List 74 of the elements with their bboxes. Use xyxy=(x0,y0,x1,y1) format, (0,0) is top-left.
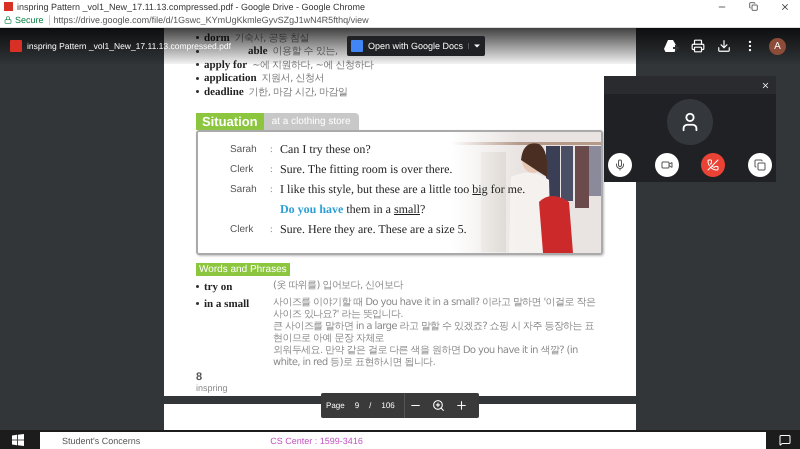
zoom-icon[interactable] xyxy=(432,399,445,412)
window-text: Student's Concerns xyxy=(62,436,140,446)
page-number: 8 xyxy=(196,370,204,382)
url-text: https://drive.google.com/file/d/1Gswc_KYmUgKkmleGyvSZgJ1wN4R5fthq/view xyxy=(54,15,369,25)
speaker-name: Clerk xyxy=(230,164,254,175)
colon-mark: : xyxy=(270,224,274,235)
window-title: inspring Pattern _vol1_New_17.11.13.compressed.pdf - Google Drive - Google Chrome xyxy=(17,2,366,12)
phrase-meaning: (옷 따위를) 입어보다, 신어보다 xyxy=(273,280,404,292)
phrase-meaning: 큰 사이즈를 말하면 in a large 라고 말할 수 있겠죠? 쇼핑 시 자주 등장하는 표현이므로 아예 문장 자체로 xyxy=(273,320,595,344)
restore-icon[interactable] xyxy=(749,2,758,10)
account-avatar[interactable]: A xyxy=(769,38,786,54)
speaker-name: Sarah xyxy=(230,184,258,195)
phrase-meaning: 사이즈를 이야기할 때 Do you have it in a small? 이라고 말하면 '이걸로 작은 사이즈 있나요?' 라는 뜻입니다. xyxy=(273,296,596,320)
vocab-term: apply for xyxy=(204,58,248,71)
hang-up-button[interactable] xyxy=(701,153,726,177)
open-with-docs-button[interactable]: Open with Google Docs xyxy=(347,36,486,56)
vocab-meaning: 지원서, 신청서 xyxy=(262,72,324,86)
print-icon[interactable] xyxy=(691,39,705,53)
bullet-icon xyxy=(196,90,199,94)
bullet-icon xyxy=(196,50,199,53)
vocab-meaning: ~에 지원하다, ~에 신청하다 xyxy=(252,58,374,72)
speaker-name: Sarah xyxy=(230,144,258,155)
microphone-icon[interactable] xyxy=(614,159,626,171)
video-camera-icon[interactable] xyxy=(660,159,673,171)
dialogue-line: I like this style, but these are a little too big for me. xyxy=(280,182,526,197)
colon-mark: : xyxy=(270,144,274,155)
page-input[interactable]: 9 xyxy=(350,401,364,410)
colon-mark: : xyxy=(270,164,274,175)
phrase-term: in a small xyxy=(204,298,250,310)
bullet-icon xyxy=(196,76,199,80)
zoom-in-icon[interactable] xyxy=(454,399,468,412)
download-icon[interactable] xyxy=(717,39,731,53)
vocab-term: able xyxy=(248,45,268,58)
pop-out-button[interactable] xyxy=(748,153,772,177)
bullet-icon xyxy=(196,302,199,305)
address-bar[interactable]: Secure https://drive.google.com/file/d/1Gswc_KYmUgKkmleGyvSZgJ1wN4R5fthq/view xyxy=(0,13,800,28)
vocab-term: deadline xyxy=(204,86,244,98)
situation-label: Situation xyxy=(196,112,264,130)
add-to-drive-icon[interactable] xyxy=(664,39,679,53)
lock-icon xyxy=(4,16,12,24)
bullet-icon xyxy=(196,285,199,288)
caret-icon[interactable] xyxy=(473,43,482,49)
words-heading: Words and Phrases xyxy=(196,262,290,276)
vocab-term: dorm xyxy=(204,32,230,44)
secure-label: Secure xyxy=(4,15,50,25)
colon-mark: : xyxy=(270,184,274,195)
dialogue-line: Can I try these on? xyxy=(280,142,371,157)
microphone-button[interactable] xyxy=(608,153,632,177)
file-name: inspring Pattern _vol1_New_17.11.13.compressed.pdf xyxy=(27,41,231,51)
speaker-name: Clerk xyxy=(230,224,254,235)
phone-icon[interactable] xyxy=(707,159,720,171)
dialogue-line: Sure. The fitting room is over there. xyxy=(280,162,452,177)
camera-button[interactable] xyxy=(654,153,679,177)
bullet-icon xyxy=(196,63,199,66)
page-total: 106 xyxy=(380,401,396,410)
bullet-icon xyxy=(196,36,199,40)
page-separator: / xyxy=(368,401,372,410)
window-text: CS Center : 1599-3416 xyxy=(270,436,363,446)
phrase-meaning: 외워두세요. 만약 같은 걸로 다른 색을 원하면 Do you have it in 색깔? (in white, in red 등)로 표현하시면 됩니다. xyxy=(273,344,579,368)
vocab-term: application xyxy=(204,72,257,84)
user-icon xyxy=(667,99,713,145)
vocab-meaning: 기한, 마감 시간, 마감일 xyxy=(248,86,348,99)
dialogue-line: Do you have them in a small? xyxy=(280,202,426,217)
close-icon[interactable] xyxy=(761,80,770,90)
vocab-meaning: 기숙사, 공동 침실 xyxy=(234,32,310,45)
copy-icon[interactable] xyxy=(754,159,766,171)
pdf-icon xyxy=(10,40,22,52)
pdf-icon xyxy=(4,2,13,11)
phrase-term: try on xyxy=(204,280,232,292)
close-icon[interactable] xyxy=(780,2,790,12)
dialogue-line: Sure. Here they are. These are a size 5. xyxy=(280,222,467,237)
page-label: Page xyxy=(325,401,346,410)
vocab-meaning: 이용할 수 있는, xyxy=(272,45,338,58)
page-footer: inspring xyxy=(196,382,604,392)
